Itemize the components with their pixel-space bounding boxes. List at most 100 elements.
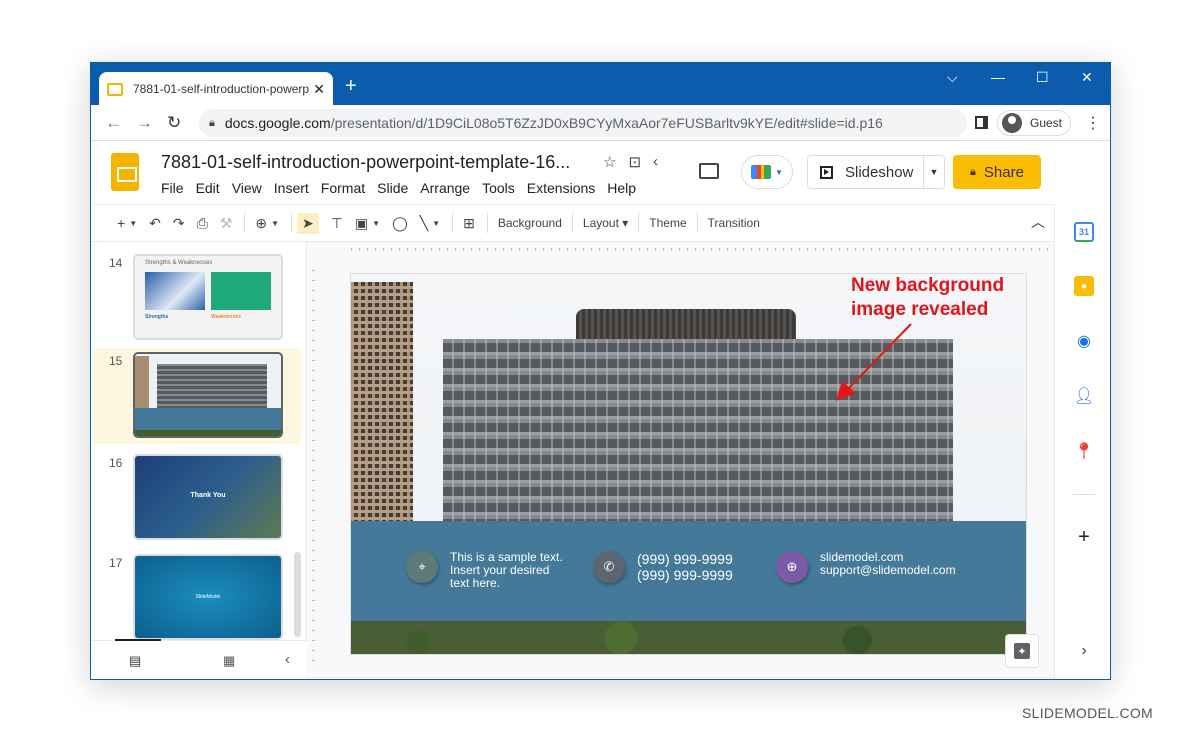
- browser-window: 7881-01-self-introduction-powerpoint-tem…: [90, 62, 1111, 680]
- keep-icon[interactable]: ●: [1074, 276, 1094, 296]
- grid-view-icon[interactable]: ▦: [223, 653, 235, 669]
- phone-line: (999) 999-9999: [637, 551, 733, 567]
- add-comment-icon[interactable]: ⊞: [463, 215, 475, 232]
- cloud-status-icon[interactable]: ‹: [653, 153, 658, 171]
- print-icon[interactable]: ⎙: [197, 215, 208, 232]
- menu-file[interactable]: File: [161, 180, 184, 196]
- slideshow-label: Slideshow: [845, 163, 914, 181]
- theme-button[interactable]: Theme: [649, 216, 686, 230]
- menu-extensions[interactable]: Extensions: [527, 180, 595, 196]
- maps-icon[interactable]: 📍︎: [1074, 441, 1094, 461]
- slide-number: 17: [109, 556, 123, 570]
- browser-menu-icon[interactable]: ⋮: [1085, 113, 1101, 133]
- filmstrip-item[interactable]: 16 Thank You: [91, 450, 301, 546]
- menu-bar: File Edit View Insert Format Slide Arran…: [161, 180, 648, 196]
- explore-icon: ✦: [1014, 643, 1030, 659]
- new-tab-button[interactable]: +: [345, 75, 357, 98]
- redo-icon[interactable]: ↷: [173, 215, 185, 232]
- meet-button[interactable]: ▼: [741, 155, 793, 189]
- menu-arrange[interactable]: Arrange: [420, 180, 470, 196]
- thumb-title: Thank You: [190, 492, 226, 499]
- contact-web[interactable]: ⊕ slidemodel.com support@slidemodel.com: [776, 551, 956, 583]
- lock-icon: 🔒︎: [970, 165, 976, 178]
- contact-band[interactable]: ⌖ This is a sample text. Insert your des…: [351, 521, 1026, 621]
- slide-canvas[interactable]: ⌖ This is a sample text. Insert your des…: [350, 273, 1027, 655]
- line-icon[interactable]: ╲ ▼: [420, 215, 440, 232]
- side-panel-icon[interactable]: [975, 116, 988, 129]
- menu-slide[interactable]: Slide: [377, 180, 408, 196]
- slide-number: 16: [109, 456, 123, 470]
- share-label: Share: [983, 163, 1024, 181]
- slideshow-options-button[interactable]: ▼: [924, 156, 944, 188]
- shape-icon[interactable]: ◯: [392, 215, 408, 232]
- layout-button[interactable]: Layout ▾: [583, 216, 628, 230]
- collapse-filmstrip-icon[interactable]: ‹: [285, 651, 290, 668]
- explore-button[interactable]: ✦: [1005, 634, 1039, 668]
- select-icon[interactable]: ➤: [297, 212, 319, 234]
- browser-tab[interactable]: 7881-01-self-introduction-powerpoint-tem…: [99, 72, 333, 106]
- meet-icon: [751, 165, 772, 179]
- expand-panel-icon[interactable]: ›: [1074, 641, 1094, 661]
- slide-thumbnail[interactable]: Strengths & Weaknesses Strengths Weaknes…: [133, 254, 283, 340]
- paint-format-icon[interactable]: ⚒: [220, 215, 233, 232]
- filmstrip-item[interactable]: 14 Strengths & Weaknesses Strengths Weak…: [91, 250, 301, 346]
- image-icon[interactable]: ▣ ▼: [355, 215, 380, 232]
- globe-icon: ⊕: [776, 551, 808, 583]
- phone-icon: ✆: [593, 551, 625, 583]
- contact-address[interactable]: ⌖ This is a sample text. Insert your des…: [406, 551, 563, 590]
- star-icon[interactable]: ☆: [603, 153, 616, 171]
- slide-thumbnail[interactable]: SlideModel: [133, 554, 283, 640]
- menu-format[interactable]: Format: [321, 180, 365, 196]
- slides-logo-icon[interactable]: [111, 153, 139, 191]
- filmstrip-view-icon[interactable]: ▤: [129, 653, 141, 669]
- close-tab-icon[interactable]: ✕: [313, 81, 325, 98]
- contacts-icon[interactable]: 👤︎: [1074, 386, 1094, 406]
- transition-button[interactable]: Transition: [708, 216, 760, 230]
- undo-icon[interactable]: ↶: [149, 215, 161, 232]
- menu-insert[interactable]: Insert: [274, 180, 309, 196]
- trees: [351, 621, 1026, 654]
- menu-view[interactable]: View: [232, 180, 262, 196]
- new-slide-button[interactable]: + ▼: [117, 215, 137, 231]
- forward-icon[interactable]: →: [136, 113, 153, 133]
- filmstrip-item-selected[interactable]: 15: [91, 348, 301, 444]
- calendar-icon[interactable]: 31: [1074, 222, 1094, 242]
- slide-thumbnail[interactable]: Thank You: [133, 454, 283, 540]
- add-app-icon[interactable]: +: [1074, 526, 1094, 548]
- tab-search-icon[interactable]: ⌵: [947, 69, 958, 86]
- menu-help[interactable]: Help: [607, 180, 636, 196]
- document-title[interactable]: 7881-01-self-introduction-powerpoint-tem…: [161, 152, 570, 173]
- zoom-icon[interactable]: ⊕ ▼: [255, 215, 279, 232]
- move-folder-icon[interactable]: ⊡: [628, 153, 641, 171]
- slideshow-button-group: Slideshow ▼: [807, 155, 945, 189]
- location-icon: ⌖: [406, 551, 438, 583]
- collapse-toolbar-icon[interactable]: ︿: [1031, 212, 1045, 232]
- contact-phone[interactable]: ✆ (999) 999-9999 (999) 999-9999: [593, 551, 733, 583]
- minimize-button[interactable]: —: [991, 69, 1005, 85]
- text-box-icon[interactable]: ⊤: [331, 215, 343, 232]
- maximize-button[interactable]: ☐: [1036, 69, 1049, 86]
- lock-icon: 🔒︎: [209, 116, 215, 129]
- horizontal-ruler[interactable]: [351, 242, 1051, 256]
- tasks-icon[interactable]: ◉: [1074, 331, 1094, 351]
- menu-tools[interactable]: Tools: [482, 180, 515, 196]
- slide-number: 15: [109, 354, 123, 368]
- close-window-button[interactable]: ✕: [1081, 69, 1093, 86]
- chevron-down-icon: ▼: [775, 167, 783, 177]
- filmstrip-item[interactable]: 17 SlideModel: [91, 550, 301, 646]
- back-icon[interactable]: ←: [105, 113, 122, 133]
- url-input[interactable]: 🔒︎ docs.google.com/presentation/d/1D9CiL…: [199, 109, 967, 137]
- vertical-ruler[interactable]: [307, 270, 319, 670]
- slideshow-button[interactable]: Slideshow: [808, 156, 924, 188]
- background-button[interactable]: Background: [498, 216, 562, 230]
- share-button[interactable]: 🔒︎ Share: [953, 155, 1041, 189]
- slide-thumbnail[interactable]: [133, 352, 283, 438]
- url-path: /presentation/d/1D9CiL08o5T6ZzJD0xB9CYyM…: [330, 115, 883, 131]
- avatar-icon: [1002, 113, 1022, 133]
- filmstrip: 14 Strengths & Weaknesses Strengths Weak…: [91, 242, 307, 640]
- comment-history-icon[interactable]: [699, 163, 719, 179]
- reload-icon[interactable]: ↻: [167, 113, 181, 133]
- profile-button[interactable]: Guest: [997, 110, 1071, 136]
- filmstrip-scrollbar[interactable]: [294, 552, 301, 637]
- menu-edit[interactable]: Edit: [196, 180, 220, 196]
